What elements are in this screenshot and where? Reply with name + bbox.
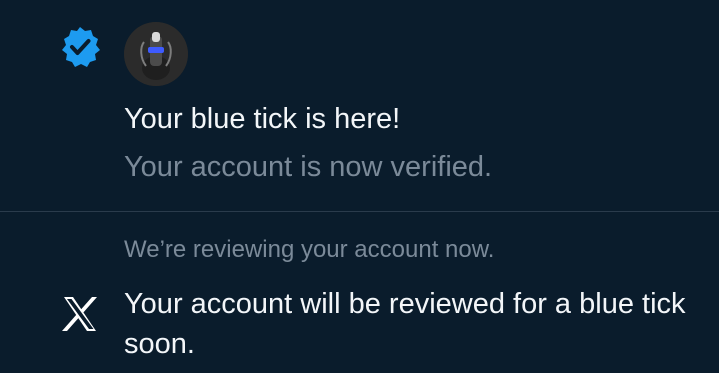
verified-notification[interactable]: Your blue tick is here! Your account is … [0, 0, 719, 211]
verified-badge-icon [58, 25, 102, 69]
notification-title: Your blue tick is here! [124, 103, 401, 135]
x-logo-icon [58, 292, 102, 336]
user-avatar[interactable] [124, 22, 188, 86]
review-notification[interactable]: We’re reviewing your account now. Your a… [0, 212, 719, 373]
review-message: Your account will be reviewed for a blue… [124, 288, 686, 360]
notifications-screen: Your blue tick is here! Your account is … [0, 0, 719, 373]
notification-subtitle: Your account is now verified. [124, 151, 493, 183]
review-status: We’re reviewing your account now. [124, 236, 495, 263]
